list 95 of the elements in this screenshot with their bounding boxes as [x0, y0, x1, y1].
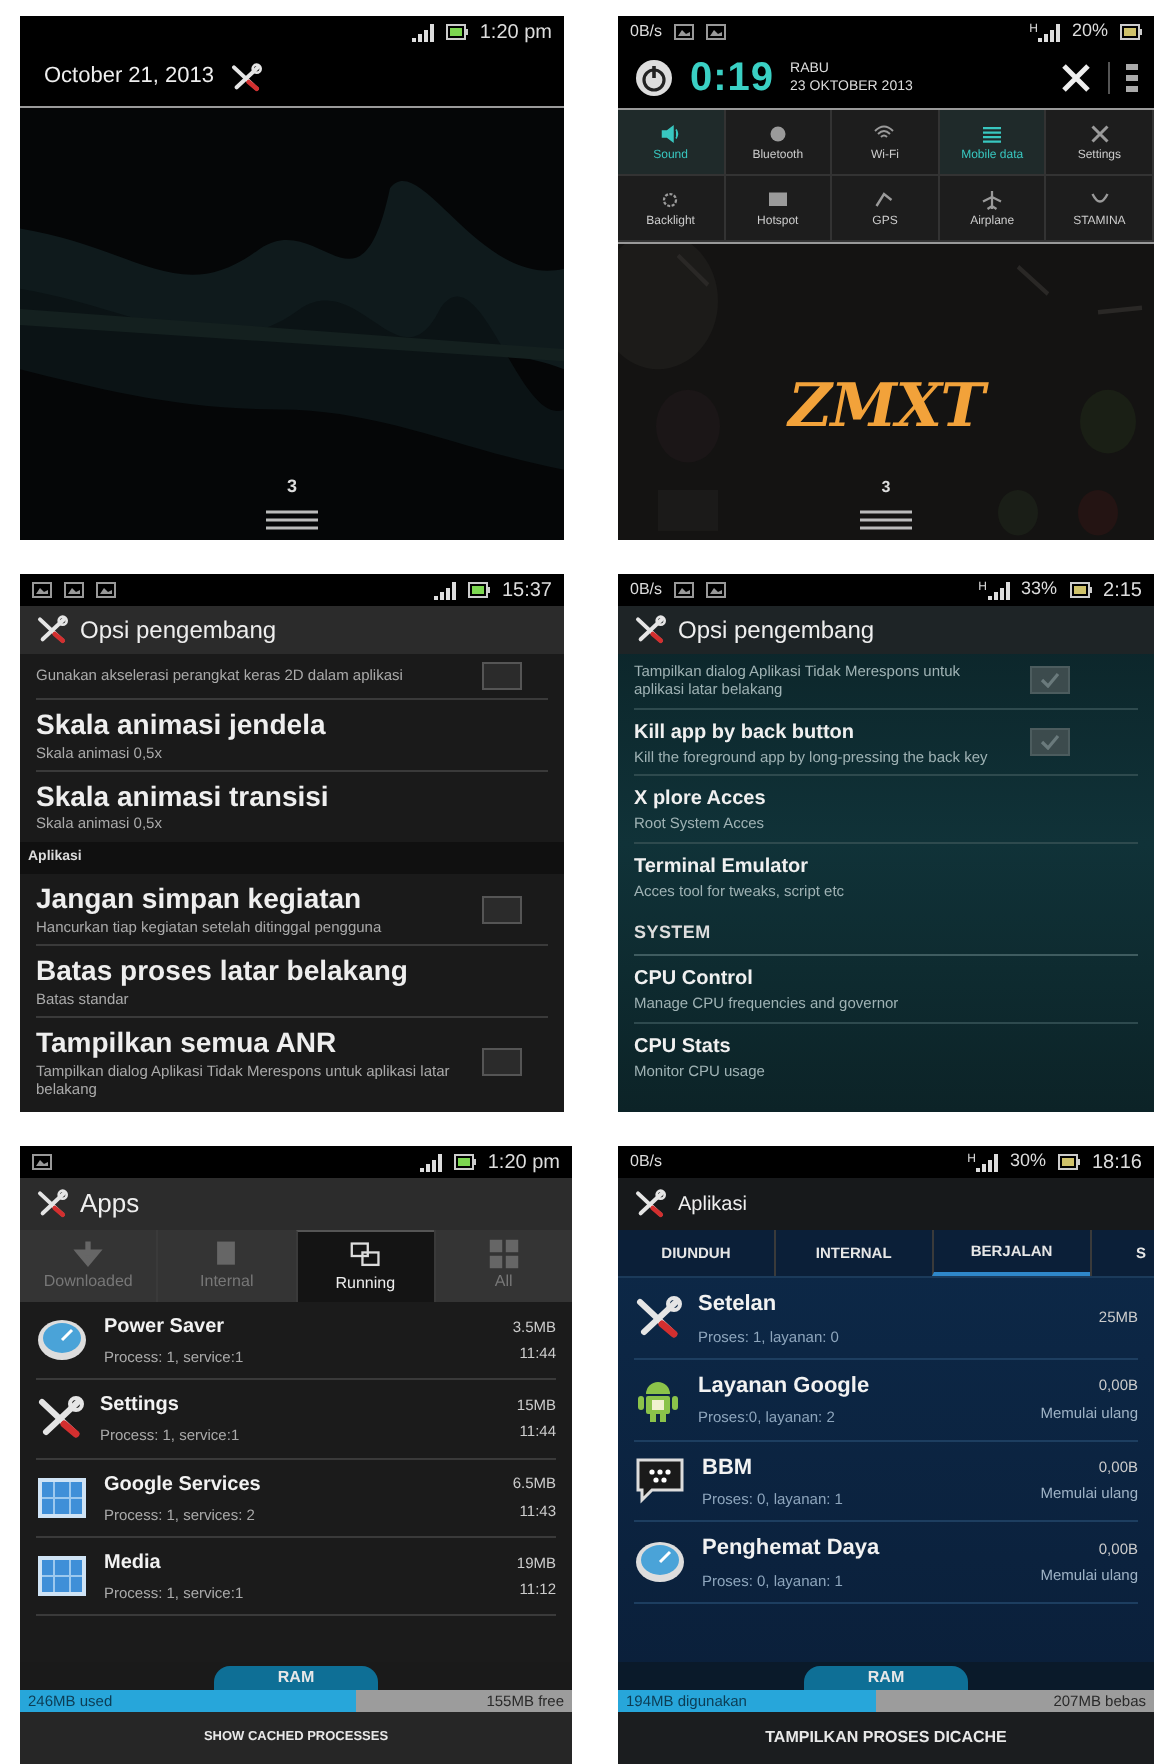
notification-icon	[674, 24, 695, 40]
data-speed: 0B/s	[630, 1150, 663, 1174]
close-icon[interactable]	[1060, 62, 1092, 94]
battery-icon	[1057, 1154, 1080, 1170]
screen-title: Opsi pengembang	[80, 614, 277, 648]
page-indicator: 3	[286, 473, 297, 499]
window-icon	[36, 1475, 88, 1520]
checkbox[interactable]	[482, 1048, 522, 1077]
toggle-icon	[765, 188, 790, 212]
screen-title: Opsi pengembang	[678, 614, 875, 648]
checkbox[interactable]	[482, 662, 522, 690]
setting-title: Terminal Emulator	[634, 853, 811, 881]
app-name: BBM	[702, 1453, 755, 1483]
app-name: Google Services	[104, 1471, 263, 1499]
tools-icon	[634, 1293, 682, 1342]
signal-icon	[433, 581, 456, 599]
status-time: 1:20 pm	[479, 19, 552, 47]
app-drawer-icon[interactable]	[860, 508, 912, 532]
setting-title: Kill app by back button	[634, 719, 857, 748]
tools-icon	[36, 1188, 68, 1220]
screen-title: Apps	[80, 1186, 140, 1223]
gauge-icon	[36, 1316, 88, 1365]
setting-title: Skala animasi jendela	[36, 708, 328, 743]
data-speed: 0B/s	[630, 578, 663, 602]
app-drawer-icon[interactable]	[266, 508, 318, 532]
setting-title: Tampilkan semua ANR	[36, 1026, 339, 1061]
toggle-icon	[980, 122, 1005, 146]
checkbox[interactable]	[1030, 666, 1070, 695]
app-name: Settings	[100, 1392, 181, 1421]
checkbox[interactable]	[1030, 727, 1070, 756]
checkbox[interactable]	[482, 895, 522, 924]
setting-title: Skala animasi transisi	[36, 779, 331, 815]
data-speed: 0B/s	[630, 20, 663, 44]
battery-percent: 30%	[1009, 1148, 1046, 1175]
battery-icon	[467, 582, 490, 598]
app-name: Media	[104, 1549, 163, 1578]
setting-title: X plore Acces	[634, 786, 768, 815]
tools-icon	[634, 1188, 666, 1220]
notification-icon	[64, 582, 84, 598]
notification-icon	[706, 582, 727, 598]
check-icon	[1040, 672, 1060, 689]
tools-icon	[36, 1394, 84, 1443]
battery-icon	[453, 1154, 476, 1170]
power-icon[interactable]	[634, 58, 674, 98]
check-icon	[1040, 733, 1060, 750]
section-header: SYSTEM	[634, 919, 711, 946]
app-name: Layanan Google	[698, 1371, 872, 1402]
chat-bubble-icon	[634, 1456, 686, 1505]
battery-percent: 20%	[1071, 18, 1108, 45]
signal-icon	[1037, 23, 1060, 41]
notification-icon	[674, 582, 695, 598]
status-time: 15:37	[501, 577, 552, 605]
signal-icon	[975, 1153, 998, 1171]
notification-icon	[32, 1154, 52, 1170]
status-time: 2:15	[1103, 577, 1142, 605]
logo: ZMXT	[788, 362, 984, 452]
tab-icon	[72, 1238, 105, 1270]
clock: 0:19	[690, 54, 775, 104]
notification-icon	[96, 582, 116, 598]
tools-icon	[634, 614, 666, 646]
app-name: Power Saver	[104, 1314, 227, 1342]
signal-icon	[987, 581, 1010, 599]
tab-icon	[349, 1239, 382, 1271]
page-indicator: 3	[881, 476, 891, 500]
battery-icon	[1069, 582, 1092, 598]
app-name: Penghemat Daya	[702, 1534, 882, 1565]
setting-title: Jangan simpan kegiatan	[36, 882, 364, 918]
battery-icon	[1120, 24, 1142, 40]
toggle-icon	[658, 122, 683, 146]
screen-title: Aplikasi	[678, 1191, 747, 1219]
tab-icon	[487, 1238, 520, 1270]
toggle-icon	[1087, 122, 1112, 146]
signal-icon	[411, 23, 434, 41]
date-label: October 21, 2013	[44, 62, 215, 93]
status-time: 1:20 pm	[487, 1149, 560, 1177]
toggle-icon	[872, 188, 897, 212]
status-time: 18:16	[1091, 1149, 1142, 1177]
setting-title: CPU Control	[634, 966, 755, 995]
toggle-icon	[765, 122, 790, 146]
battery-icon	[445, 24, 468, 40]
notification-icon	[706, 24, 727, 40]
tools-icon	[36, 614, 68, 646]
menu-icon[interactable]	[1126, 62, 1138, 94]
signal-icon	[419, 1153, 442, 1171]
tools-icon	[230, 61, 263, 93]
tab[interactable]: Running	[295, 1230, 434, 1302]
setting-title: CPU Stats	[634, 1033, 733, 1062]
notification-icon	[32, 582, 52, 598]
window-icon	[36, 1553, 88, 1598]
app-name: Setelan	[698, 1290, 779, 1320]
toggle-icon	[658, 188, 683, 212]
setting-title: Batas proses latar belakang	[36, 954, 410, 990]
toggle-icon	[980, 188, 1005, 212]
gauge-icon	[634, 1538, 686, 1587]
battery-percent: 33%	[1021, 576, 1058, 603]
